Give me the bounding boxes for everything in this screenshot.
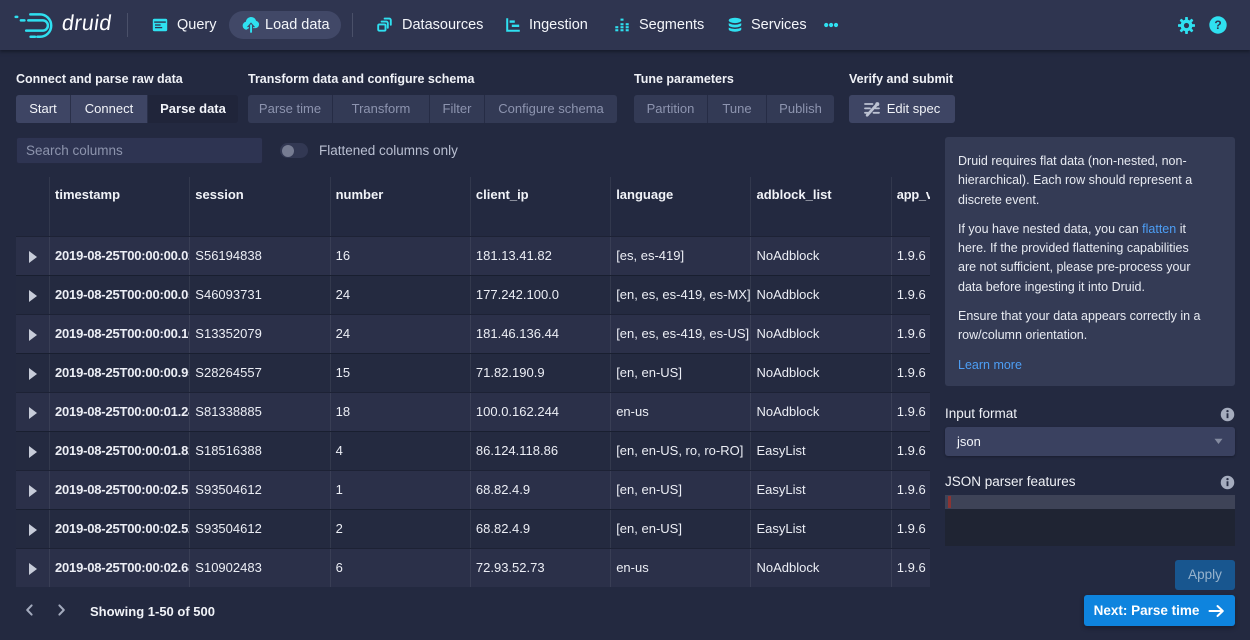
svg-text:?: ? bbox=[1214, 18, 1221, 32]
